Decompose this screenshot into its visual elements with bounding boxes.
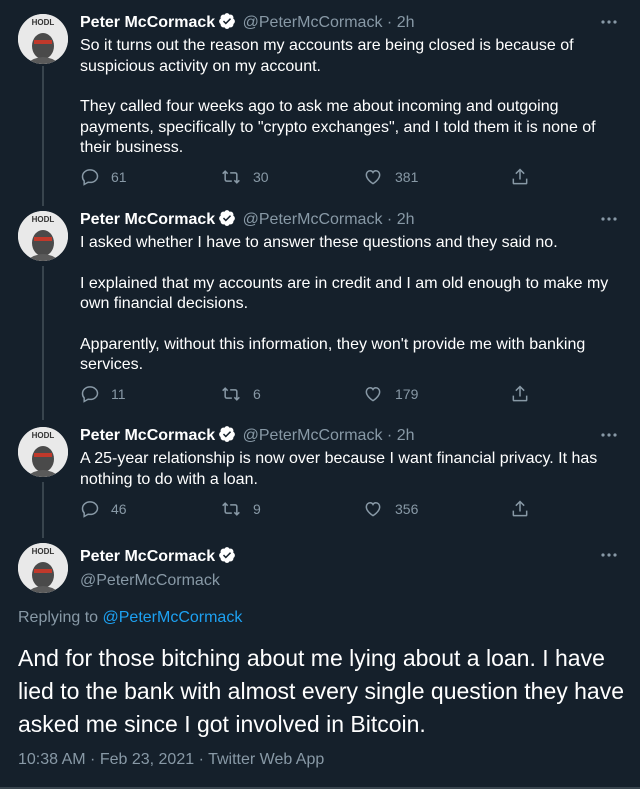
avatar-hodl-text: HODL — [32, 547, 55, 556]
author-handle[interactable]: @PeterMcCormack — [243, 14, 383, 31]
tweet-actions: 61 30 381 — [80, 165, 550, 189]
retweet-icon — [222, 387, 240, 401]
like-button[interactable]: 381 — [362, 165, 418, 189]
tweet-header: Peter McCormack @PeterMcCormack · 2h — [80, 425, 414, 449]
like-count: 356 — [395, 501, 419, 517]
share-icon — [512, 385, 528, 402]
tweet-time[interactable]: 2h — [397, 211, 415, 228]
reply-count: 11 — [111, 386, 126, 402]
tweet-paragraph: A 25-year relationship is now over becau… — [80, 450, 598, 488]
more-dots-icon[interactable] — [598, 425, 620, 445]
author-name[interactable]: Peter McCormack — [80, 427, 215, 444]
share-button[interactable] — [510, 382, 541, 406]
separator-dot: · — [386, 211, 393, 228]
retweet-button[interactable]: 6 — [220, 382, 261, 406]
tweet-header: Peter McCormack @PeterMcCormack — [80, 546, 238, 591]
reply-icon — [81, 386, 99, 403]
avatar-hodl-text: HODL — [32, 18, 55, 27]
reply-icon — [81, 501, 99, 518]
like-button[interactable]: 179 — [362, 382, 418, 406]
tweet-paragraph: Apparently, without this information, th… — [80, 335, 586, 374]
verified-badge-icon — [218, 425, 236, 449]
tweet-paragraph: They called four weeks ago to ask me abo… — [80, 98, 596, 156]
avatar-hodl-text: HODL — [32, 431, 55, 440]
more-dots-icon[interactable] — [598, 12, 620, 32]
retweet-icon — [222, 170, 240, 184]
tweet-actions: 11 6 179 — [80, 382, 550, 406]
verified-badge-icon — [218, 209, 236, 233]
separator-dot: · — [386, 427, 393, 444]
heart-icon — [365, 386, 381, 402]
retweet-button[interactable]: 9 — [220, 497, 261, 521]
reply-button[interactable]: 61 — [80, 165, 127, 189]
like-count: 179 — [395, 386, 419, 402]
retweet-button[interactable]: 30 — [220, 165, 269, 189]
avatar[interactable]: HODL — [18, 427, 68, 477]
avatar-hodl-text: HODL — [32, 215, 55, 224]
retweet-count: 6 — [253, 386, 261, 402]
thread-line — [42, 482, 44, 538]
retweet-icon — [222, 502, 240, 516]
thread-line — [42, 66, 44, 206]
avatar[interactable]: HODL — [18, 543, 68, 593]
like-count: 381 — [395, 169, 419, 185]
share-button[interactable] — [510, 497, 541, 521]
avatar[interactable]: HODL — [18, 14, 68, 64]
verified-badge-icon — [218, 12, 236, 36]
heart-icon — [365, 501, 381, 517]
more-dots-icon[interactable] — [598, 545, 620, 565]
replying-to: Replying to @PeterMcCormack — [18, 609, 242, 627]
author-name[interactable]: Peter McCormack — [80, 211, 215, 228]
reply-button[interactable]: 46 — [80, 497, 127, 521]
more-dots-icon[interactable] — [598, 209, 620, 229]
replying-to-handle-link[interactable]: @PeterMcCormack — [103, 609, 243, 626]
share-icon — [512, 500, 528, 517]
tweet-text: A 25-year relationship is now over becau… — [80, 449, 625, 490]
tweet-timestamp[interactable]: 10:38 AM · Feb 23, 2021 — [18, 751, 194, 768]
reply-button[interactable]: 11 — [80, 382, 126, 406]
tweet-text: So it turns out the reason my accounts a… — [80, 36, 625, 159]
author-handle[interactable]: @PeterMcCormack — [243, 427, 383, 444]
tweet-time[interactable]: 2h — [397, 427, 415, 444]
author-handle[interactable]: @PeterMcCormack — [243, 211, 383, 228]
tweet-source[interactable]: Twitter Web App — [208, 751, 324, 768]
tweet-meta: 10:38 AM · Feb 23, 2021 · Twitter Web Ap… — [18, 751, 324, 769]
retweet-count: 9 — [253, 501, 261, 517]
heart-icon — [365, 169, 381, 185]
verified-badge-icon — [218, 546, 236, 570]
separator-dot: · — [386, 14, 393, 31]
retweet-count: 30 — [253, 169, 269, 185]
tweet-header: Peter McCormack @PeterMcCormack · 2h — [80, 12, 414, 36]
share-icon — [512, 168, 528, 185]
separator-dot: · — [198, 751, 204, 768]
author-name[interactable]: Peter McCormack — [80, 14, 215, 31]
tweet-paragraph: So it turns out the reason my accounts a… — [80, 37, 574, 75]
reply-icon — [81, 169, 99, 186]
main-tweet-text: And for those bitching about me lying ab… — [18, 645, 625, 737]
reply-count: 61 — [111, 169, 127, 185]
author-handle[interactable]: @PeterMcCormack — [80, 571, 238, 591]
tweet-actions: 46 9 356 — [80, 497, 550, 521]
tweet-paragraph: I asked whether I have to answer these q… — [80, 234, 558, 251]
replying-to-label: Replying to — [18, 609, 99, 626]
tweet-time[interactable]: 2h — [397, 14, 415, 31]
reply-count: 46 — [111, 501, 127, 517]
author-name[interactable]: Peter McCormack — [80, 548, 215, 565]
like-button[interactable]: 356 — [362, 497, 418, 521]
tweet-text: I asked whether I have to answer these q… — [80, 233, 625, 376]
tweet-paragraph: I explained that my accounts are in cred… — [80, 274, 609, 313]
thread-line — [42, 266, 44, 420]
avatar[interactable]: HODL — [18, 211, 68, 261]
tweet-header: Peter McCormack @PeterMcCormack · 2h — [80, 209, 414, 233]
share-button[interactable] — [510, 165, 541, 189]
